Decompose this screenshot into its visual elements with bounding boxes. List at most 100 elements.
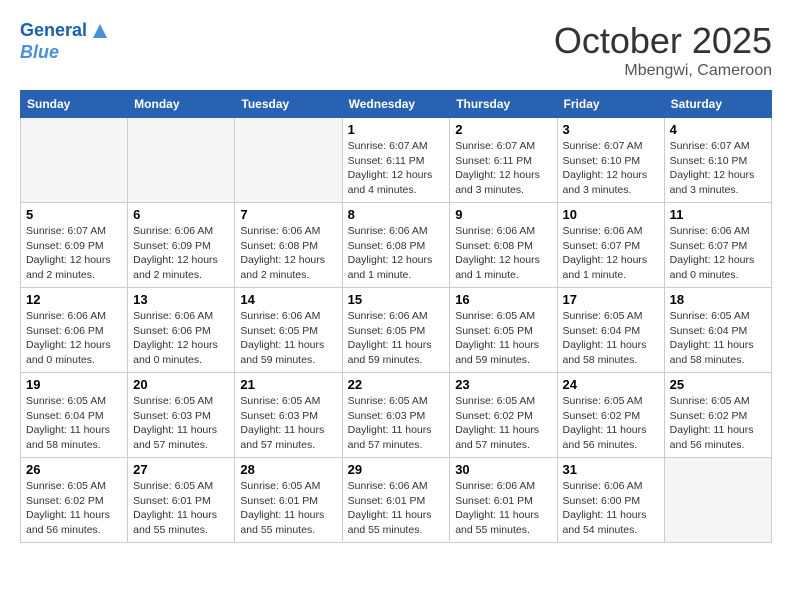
title-block: October 2025 Mbengwi, Cameroon xyxy=(554,20,772,80)
day-info: Sunrise: 6:06 AM Sunset: 6:06 PM Dayligh… xyxy=(133,309,229,368)
day-info: Sunrise: 6:05 AM Sunset: 6:03 PM Dayligh… xyxy=(348,394,445,453)
day-number: 27 xyxy=(133,462,229,477)
location: Mbengwi, Cameroon xyxy=(554,62,772,80)
day-info: Sunrise: 6:05 AM Sunset: 6:03 PM Dayligh… xyxy=(240,394,336,453)
logo-text-blue: Blue xyxy=(20,42,59,64)
day-info: Sunrise: 6:07 AM Sunset: 6:09 PM Dayligh… xyxy=(26,224,122,283)
calendar-cell: 28Sunrise: 6:05 AM Sunset: 6:01 PM Dayli… xyxy=(235,458,342,543)
day-number: 30 xyxy=(455,462,551,477)
day-info: Sunrise: 6:05 AM Sunset: 6:04 PM Dayligh… xyxy=(563,309,659,368)
day-number: 19 xyxy=(26,377,122,392)
calendar-cell: 22 Sunrise: 6:05 AM Sunset: 6:03 PM Dayli… xyxy=(342,373,450,458)
day-info: Sunrise: 6:07 AM Sunset: 6:11 PM Dayligh… xyxy=(348,139,445,198)
week-row-2: 12 Sunrise: 6:06 AM Sunset: 6:06 PM Dayli… xyxy=(21,288,772,373)
calendar-header-row: SundayMondayTuesdayWednesdayThursdayFrid… xyxy=(21,91,772,118)
calendar-cell: 27 Sunrise: 6:05 AM Sunset: 6:01 PM Dayli… xyxy=(128,458,235,543)
weekday-header-monday: Monday xyxy=(128,91,235,118)
day-number: 22 xyxy=(348,377,445,392)
calendar-cell: 10Sunrise: 6:06 AM Sunset: 6:07 PM Dayli… xyxy=(557,203,664,288)
logo-icon xyxy=(89,20,111,42)
calendar-cell: 7Sunrise: 6:06 AM Sunset: 6:08 PM Daylig… xyxy=(235,203,342,288)
calendar-cell: 6Sunrise: 6:06 AM Sunset: 6:09 PM Daylig… xyxy=(128,203,235,288)
day-number: 24 xyxy=(563,377,659,392)
calendar-cell: 30Sunrise: 6:06 AM Sunset: 6:01 PM Dayli… xyxy=(450,458,557,543)
calendar-cell xyxy=(235,118,342,203)
day-number: 8 xyxy=(348,207,445,222)
day-info: Sunrise: 6:06 AM Sunset: 6:08 PM Dayligh… xyxy=(240,224,336,283)
day-number: 3 xyxy=(563,122,659,137)
weekday-header-wednesday: Wednesday xyxy=(342,91,450,118)
weekday-header-friday: Friday xyxy=(557,91,664,118)
calendar-cell: 12 Sunrise: 6:06 AM Sunset: 6:06 PM Dayli… xyxy=(21,288,128,373)
calendar-cell: 21 Sunrise: 6:05 AM Sunset: 6:03 PM Dayli… xyxy=(235,373,342,458)
day-info: Sunrise: 6:05 AM Sunset: 6:02 PM Dayligh… xyxy=(455,394,551,453)
day-number: 6 xyxy=(133,207,229,222)
week-row-4: 26Sunrise: 6:05 AM Sunset: 6:02 PM Dayli… xyxy=(21,458,772,543)
calendar-cell: 2 Sunrise: 6:07 AM Sunset: 6:11 PM Daylig… xyxy=(450,118,557,203)
day-info: Sunrise: 6:06 AM Sunset: 6:00 PM Dayligh… xyxy=(563,479,659,538)
calendar-cell: 16 Sunrise: 6:05 AM Sunset: 6:05 PM Dayli… xyxy=(450,288,557,373)
calendar-cell: 8 Sunrise: 6:06 AM Sunset: 6:08 PM Daylig… xyxy=(342,203,450,288)
day-number: 2 xyxy=(455,122,551,137)
day-number: 11 xyxy=(670,207,766,222)
calendar-cell: 4 Sunrise: 6:07 AM Sunset: 6:10 PM Daylig… xyxy=(664,118,771,203)
day-number: 20 xyxy=(133,377,229,392)
day-info: Sunrise: 6:05 AM Sunset: 6:01 PM Dayligh… xyxy=(133,479,229,538)
calendar-cell: 11Sunrise: 6:06 AM Sunset: 6:07 PM Dayli… xyxy=(664,203,771,288)
day-info: Sunrise: 6:06 AM Sunset: 6:08 PM Dayligh… xyxy=(455,224,551,283)
calendar-cell: 26Sunrise: 6:05 AM Sunset: 6:02 PM Dayli… xyxy=(21,458,128,543)
day-info: Sunrise: 6:05 AM Sunset: 6:04 PM Dayligh… xyxy=(26,394,122,453)
day-info: Sunrise: 6:06 AM Sunset: 6:07 PM Dayligh… xyxy=(563,224,659,283)
logo: General Blue xyxy=(20,20,111,64)
week-row-1: 5 Sunrise: 6:07 AM Sunset: 6:09 PM Daylig… xyxy=(21,203,772,288)
day-number: 14 xyxy=(240,292,336,307)
day-info: Sunrise: 6:07 AM Sunset: 6:11 PM Dayligh… xyxy=(455,139,551,198)
day-number: 18 xyxy=(670,292,766,307)
calendar-cell xyxy=(664,458,771,543)
day-number: 16 xyxy=(455,292,551,307)
calendar-cell: 3 Sunrise: 6:07 AM Sunset: 6:10 PM Daylig… xyxy=(557,118,664,203)
calendar-cell: 1Sunrise: 6:07 AM Sunset: 6:11 PM Daylig… xyxy=(342,118,450,203)
day-number: 31 xyxy=(563,462,659,477)
day-info: Sunrise: 6:07 AM Sunset: 6:10 PM Dayligh… xyxy=(563,139,659,198)
calendar-cell: 25 Sunrise: 6:05 AM Sunset: 6:02 PM Dayli… xyxy=(664,373,771,458)
week-row-0: 1Sunrise: 6:07 AM Sunset: 6:11 PM Daylig… xyxy=(21,118,772,203)
calendar-cell: 24Sunrise: 6:05 AM Sunset: 6:02 PM Dayli… xyxy=(557,373,664,458)
calendar-cell: 18Sunrise: 6:05 AM Sunset: 6:04 PM Dayli… xyxy=(664,288,771,373)
day-number: 9 xyxy=(455,207,551,222)
day-number: 5 xyxy=(26,207,122,222)
day-info: Sunrise: 6:05 AM Sunset: 6:05 PM Dayligh… xyxy=(455,309,551,368)
day-number: 15 xyxy=(348,292,445,307)
weekday-header-tuesday: Tuesday xyxy=(235,91,342,118)
weekday-header-sunday: Sunday xyxy=(21,91,128,118)
day-number: 21 xyxy=(240,377,336,392)
day-info: Sunrise: 6:06 AM Sunset: 6:06 PM Dayligh… xyxy=(26,309,122,368)
calendar-cell: 23 Sunrise: 6:05 AM Sunset: 6:02 PM Dayli… xyxy=(450,373,557,458)
day-number: 4 xyxy=(670,122,766,137)
calendar-cell: 5 Sunrise: 6:07 AM Sunset: 6:09 PM Daylig… xyxy=(21,203,128,288)
weekday-header-thursday: Thursday xyxy=(450,91,557,118)
month-title: October 2025 xyxy=(554,20,772,62)
calendar-cell: 14Sunrise: 6:06 AM Sunset: 6:05 PM Dayli… xyxy=(235,288,342,373)
day-number: 17 xyxy=(563,292,659,307)
day-info: Sunrise: 6:06 AM Sunset: 6:08 PM Dayligh… xyxy=(348,224,445,283)
page-header: General Blue October 2025 Mbengwi, Camer… xyxy=(20,20,772,80)
logo-text-general: General xyxy=(20,20,87,42)
day-number: 25 xyxy=(670,377,766,392)
day-number: 23 xyxy=(455,377,551,392)
calendar-cell: 29Sunrise: 6:06 AM Sunset: 6:01 PM Dayli… xyxy=(342,458,450,543)
day-info: Sunrise: 6:05 AM Sunset: 6:03 PM Dayligh… xyxy=(133,394,229,453)
calendar-cell: 13 Sunrise: 6:06 AM Sunset: 6:06 PM Dayli… xyxy=(128,288,235,373)
day-number: 13 xyxy=(133,292,229,307)
weekday-header-saturday: Saturday xyxy=(664,91,771,118)
day-info: Sunrise: 6:07 AM Sunset: 6:10 PM Dayligh… xyxy=(670,139,766,198)
day-number: 29 xyxy=(348,462,445,477)
calendar-cell xyxy=(128,118,235,203)
calendar-cell: 15Sunrise: 6:06 AM Sunset: 6:05 PM Dayli… xyxy=(342,288,450,373)
calendar-cell: 9 Sunrise: 6:06 AM Sunset: 6:08 PM Daylig… xyxy=(450,203,557,288)
day-info: Sunrise: 6:05 AM Sunset: 6:02 PM Dayligh… xyxy=(670,394,766,453)
week-row-3: 19 Sunrise: 6:05 AM Sunset: 6:04 PM Dayli… xyxy=(21,373,772,458)
day-number: 12 xyxy=(26,292,122,307)
day-info: Sunrise: 6:05 AM Sunset: 6:01 PM Dayligh… xyxy=(240,479,336,538)
calendar-cell: 19 Sunrise: 6:05 AM Sunset: 6:04 PM Dayli… xyxy=(21,373,128,458)
